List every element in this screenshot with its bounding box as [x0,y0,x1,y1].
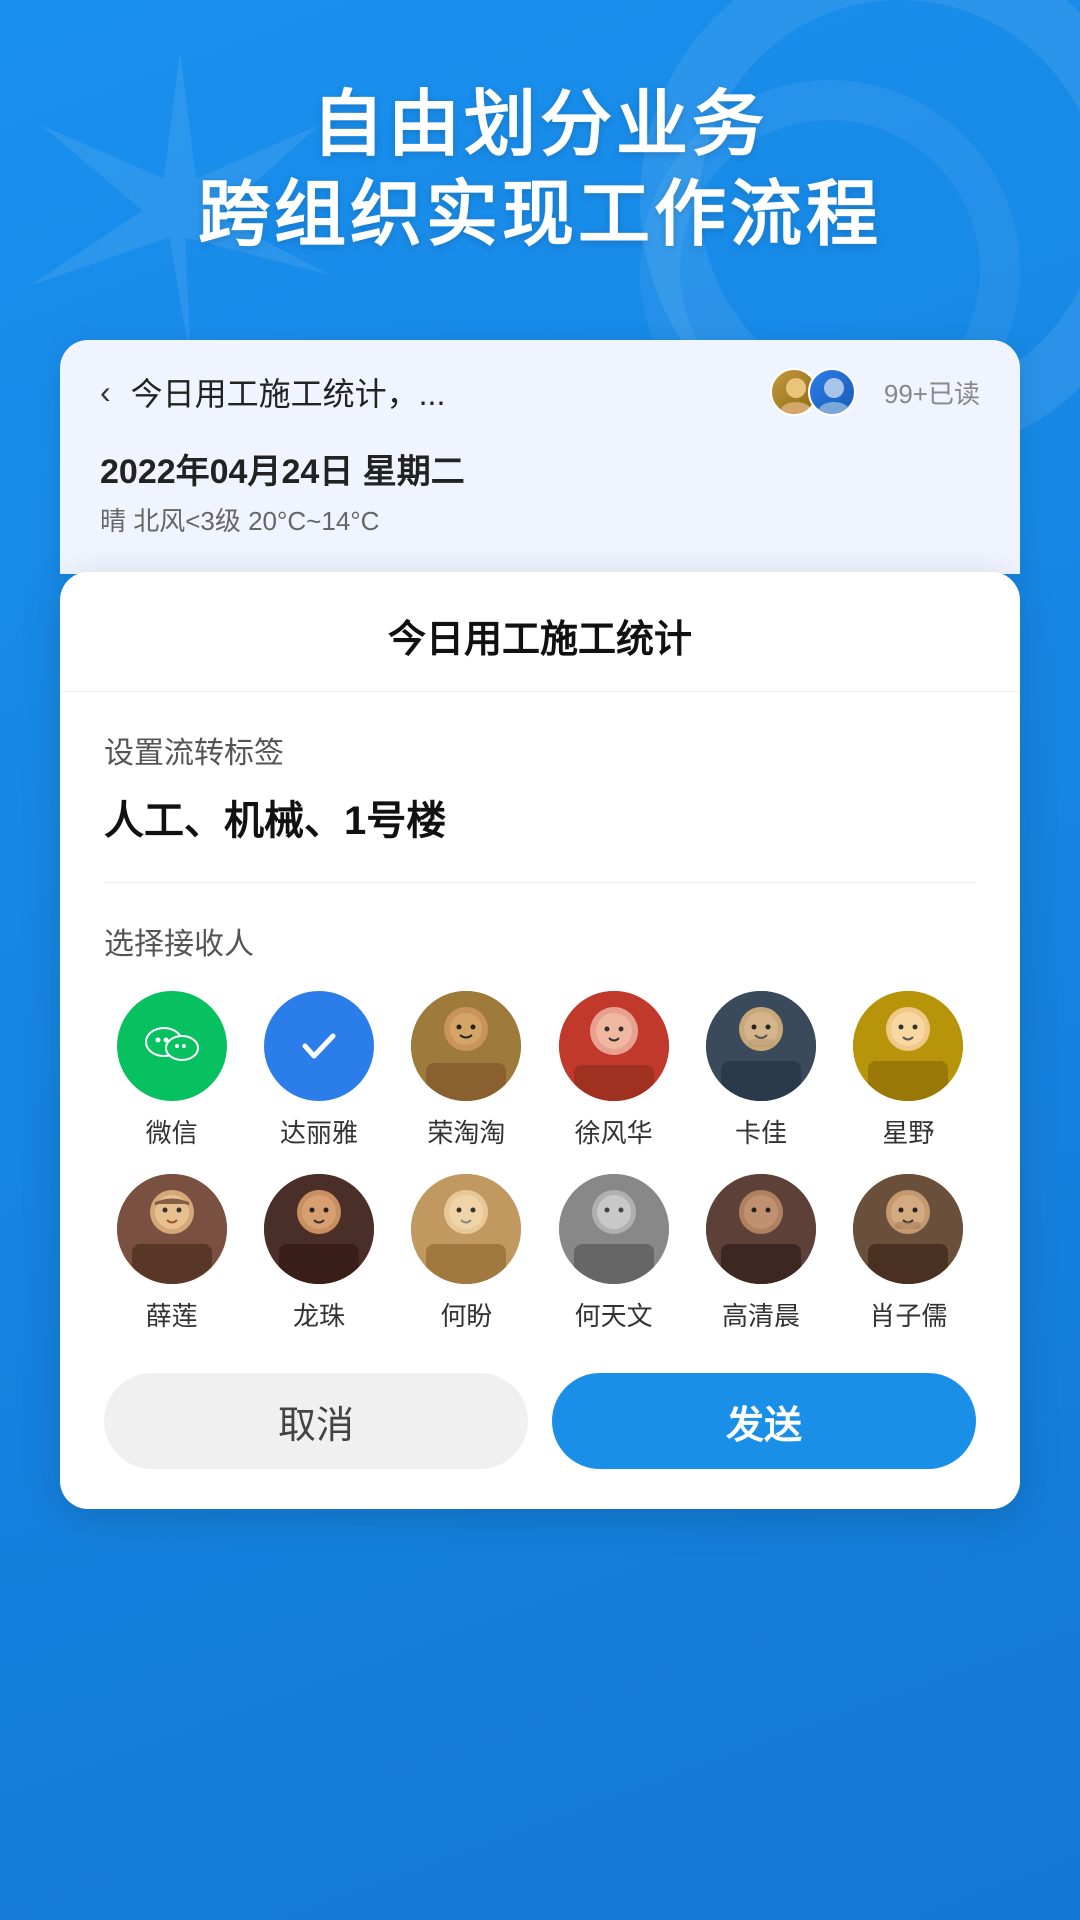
recipient-name-kajia: 卡佳 [735,1113,787,1150]
recipient-name-hetianwen: 何天文 [575,1296,653,1333]
avatars-grid: 微信 达丽雅 [104,991,976,1333]
recipient-name-hepan: 何盼 [440,1296,492,1333]
cancel-button[interactable]: 取消 [104,1373,528,1469]
main-modal-card: 今日用工施工统计 设置流转标签 人工、机械、1号楼 选择接收人 [60,572,1020,1509]
chat-date: 2022年04月24日 星期二 [100,444,980,493]
wechat-avatar [117,991,227,1101]
xufenghua-avatar [559,991,669,1101]
chat-avatar-2 [808,368,856,416]
recipient-name-wechat: 微信 [146,1113,198,1150]
recipient-daliya[interactable]: 达丽雅 [251,991,386,1150]
recipient-name-xufenghua: 徐风华 [575,1113,653,1150]
modal-title: 今日用工施工统计 [60,572,1020,692]
card-area: ‹ 今日用工施工统计，... 99+已读 2022年04月24日 星期二 晴 北… [60,340,1020,1509]
send-button[interactable]: 发送 [552,1373,976,1469]
hetianwen-avatar [559,1174,669,1284]
daliya-avatar [264,991,374,1101]
rongtaotao-avatar [411,991,521,1101]
read-badge: 99+已读 [884,374,980,411]
recipient-xingye[interactable]: 星野 [841,991,976,1150]
flow-section: 设置流转标签 人工、机械、1号楼 [60,692,1020,883]
recipient-xiaoziru[interactable]: 肖子儒 [841,1174,976,1333]
flow-value: 人工、机械、1号楼 [104,788,976,883]
recipient-hetianwen[interactable]: 何天文 [546,1174,681,1333]
hepan-avatar [411,1174,521,1284]
chat-title: 今日用工施工统计，... [131,369,750,415]
xingye-avatar [853,991,963,1101]
recipient-rongtaotao[interactable]: 荣淘淘 [399,991,534,1150]
hero-line1: 自由划分业务 [0,80,1080,170]
hero-line2: 跨组织实现工作流程 [0,170,1080,260]
kajia-avatar [706,991,816,1101]
back-button[interactable]: ‹ [100,374,111,411]
chat-weather: 晴 北风<3级 20°C~14°C [100,501,980,538]
recipient-kajia[interactable]: 卡佳 [693,991,828,1150]
recipient-longzhu[interactable]: 龙珠 [251,1174,386,1333]
recipient-xufenghua[interactable]: 徐风华 [546,991,681,1150]
xuelian-avatar [117,1174,227,1284]
hero-section: 自由划分业务 跨组织实现工作流程 [0,80,1080,260]
recipient-hepan[interactable]: 何盼 [399,1174,534,1333]
recipient-name-xiaoziru: 肖子儒 [869,1296,947,1333]
gaoqingchen-avatar [706,1174,816,1284]
recipient-name-longzhu: 龙珠 [293,1296,345,1333]
longzhu-avatar [264,1174,374,1284]
recipient-name-daliya: 达丽雅 [280,1113,358,1150]
recipients-label: 选择接收人 [104,919,976,963]
recipient-name-xingye: 星野 [882,1113,934,1150]
chat-header: ‹ 今日用工施工统计，... 99+已读 [100,368,980,416]
recipient-gaoqingchen[interactable]: 高清晨 [693,1174,828,1333]
recipient-wechat[interactable]: 微信 [104,991,239,1150]
recipients-section: 选择接收人 微信 [60,883,1020,1333]
flow-label: 设置流转标签 [104,728,976,772]
chat-avatars [770,368,856,416]
recipient-name-gaoqingchen: 高清晨 [722,1296,800,1333]
recipient-name-xuelian: 薛莲 [146,1296,198,1333]
recipient-xuelian[interactable]: 薛莲 [104,1174,239,1333]
recipient-name-rongtaotao: 荣淘淘 [427,1113,505,1150]
chat-preview-card: ‹ 今日用工施工统计，... 99+已读 2022年04月24日 星期二 晴 北… [60,340,1020,574]
xiaoziru-avatar [853,1174,963,1284]
action-buttons: 取消 发送 [60,1373,1020,1469]
